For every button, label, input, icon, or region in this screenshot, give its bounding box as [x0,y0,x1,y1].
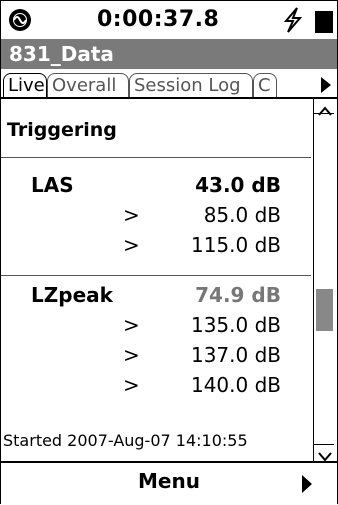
las-row: LAS 43.0 dB [1,173,311,203]
threshold-value: 140.0 dB [190,373,281,397]
device-screen: 0:00:37.8 831_Data Live Overall Session … [0,0,338,505]
vertical-scrollbar[interactable] [313,99,336,462]
tab-overall[interactable]: Overall [47,73,129,97]
tab-c[interactable]: C [253,73,277,97]
las-value: 43.0 dB [195,173,281,197]
threshold-symbol: > [123,343,140,367]
page-title: 831_Data [1,39,337,69]
tab-live[interactable]: Live [3,73,47,97]
threshold-symbol: > [123,233,140,257]
divider [1,275,311,276]
scroll-up-icon[interactable] [317,101,333,116]
lzpeak-threshold-row: > 137.0 dB [1,343,311,373]
lzpeak-threshold-row: > 140.0 dB [1,373,311,403]
scroll-track[interactable] [314,113,334,445]
lightning-icon [281,7,305,33]
las-label: LAS [31,173,74,197]
threshold-value: 137.0 dB [190,343,281,367]
las-threshold-row: > 115.0 dB [1,233,311,263]
triggering-panel: Triggering LAS 43.0 dB > 85.0 dB > 115.0… [1,99,313,461]
section-title: Triggering [7,119,117,141]
elapsed-time: 0:00:37.8 [97,7,220,32]
divider [1,157,311,158]
threshold-value: 115.0 dB [190,233,281,257]
threshold-value: 85.0 dB [203,203,281,227]
tab-session-log[interactable]: Session Log [129,73,253,97]
lzpeak-row: LZpeak 74.9 dB [1,283,311,313]
circle-waveform-icon [9,9,31,31]
tab-scroll-right-icon[interactable] [319,75,333,95]
threshold-symbol: > [123,203,140,227]
scroll-down-icon[interactable] [317,447,333,462]
battery-icon [315,11,333,33]
tab-bar: Live Overall Session Log C [1,69,337,99]
threshold-symbol: > [123,373,140,397]
las-threshold-row: > 85.0 dB [1,203,311,233]
scroll-thumb[interactable] [316,289,333,331]
lzpeak-value: 74.9 dB [195,283,281,307]
lzpeak-label: LZpeak [31,283,113,307]
right-arrow-icon[interactable] [301,474,313,498]
threshold-value: 135.0 dB [190,313,281,337]
threshold-symbol: > [123,313,140,337]
menu-bar: Menu [1,461,337,505]
menu-button[interactable]: Menu [1,469,337,493]
lzpeak-threshold-row: > 135.0 dB [1,313,311,343]
started-timestamp: Started 2007-Aug-07 14:10:55 [3,431,248,450]
status-bar: 0:00:37.8 [1,1,337,39]
